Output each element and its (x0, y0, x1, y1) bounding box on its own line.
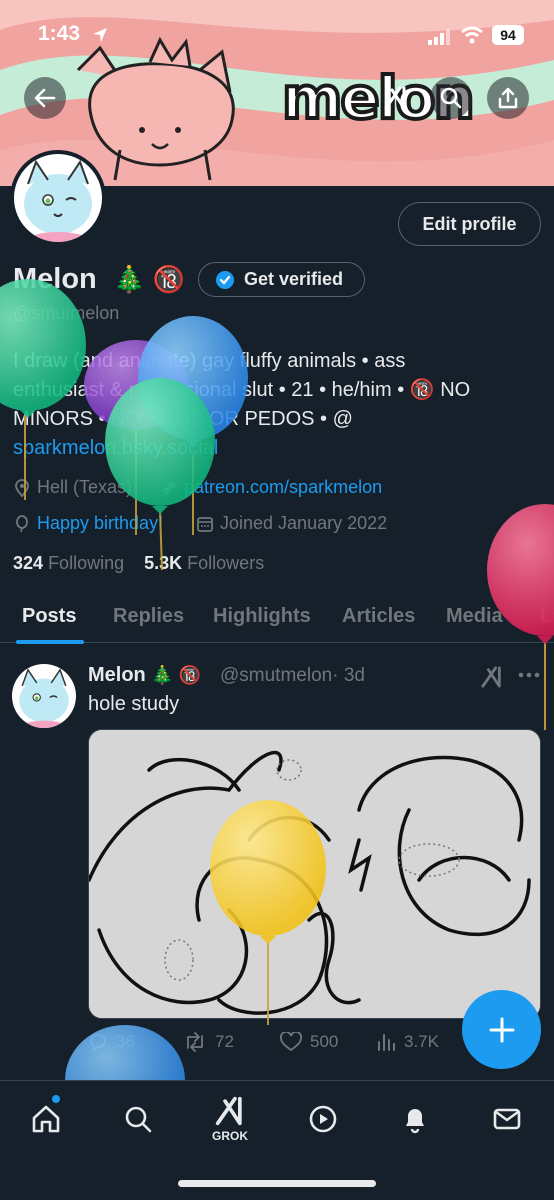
status-time: 1:43 (38, 22, 81, 45)
search-icon (125, 1106, 152, 1133)
nav-search[interactable] (118, 1099, 158, 1139)
followers-count: 5.3K (144, 553, 183, 573)
profile-website[interactable]: patreon.com/sparkmelon (160, 477, 382, 498)
views-count: 3.7K (404, 1032, 439, 1051)
profile-location: Hell (Texas) (13, 477, 132, 498)
search-button[interactable] (430, 77, 472, 119)
post-author-name-text: Melon (88, 664, 146, 686)
profile-joined: Joined January 2022 (196, 513, 387, 534)
mail-icon (493, 1108, 521, 1130)
get-verified-button[interactable]: Get verified (198, 262, 365, 297)
website-link[interactable]: patreon.com/sparkmelon (184, 477, 382, 498)
profile-name: Melon (13, 263, 97, 295)
followers-label: Followers (187, 553, 265, 573)
grok-icon (215, 1096, 242, 1126)
nav-home[interactable] (26, 1099, 66, 1139)
bell-icon (406, 1109, 424, 1134)
nav-notifications[interactable] (395, 1099, 435, 1139)
share-button[interactable] (487, 77, 529, 119)
like-action[interactable]: 500 (280, 1032, 338, 1052)
post-author-emojis: 🎄 🔞 (151, 665, 202, 685)
link-icon (163, 481, 175, 494)
get-verified-label: Get verified (244, 269, 344, 289)
post-image[interactable] (88, 729, 541, 1019)
followers-link[interactable]: 5.3K Followers (144, 553, 264, 573)
tab-articles[interactable]: Articles (342, 605, 415, 628)
verified-badge-icon (216, 270, 234, 289)
calendar-icon (197, 516, 213, 532)
back-button[interactable] (24, 77, 66, 119)
status-bar: 1:43 94 (0, 0, 554, 70)
post-sketch (89, 730, 540, 1018)
post-text: hole study (88, 693, 180, 715)
profile-avatar[interactable] (10, 150, 106, 246)
profile-name-emojis: 🎄 🔞 (113, 264, 185, 294)
post-author-name[interactable]: Melon 🎄 🔞 (88, 664, 201, 687)
grok-icon (384, 86, 406, 110)
repost-action[interactable]: 72 (183, 1032, 234, 1052)
tab-replies[interactable]: Replies (113, 605, 184, 628)
birthday-text[interactable]: Happy birthday! (37, 513, 163, 534)
home-icon (32, 1105, 60, 1133)
compose-button[interactable] (462, 990, 541, 1069)
reply-action[interactable]: 36 (88, 1032, 135, 1052)
post-author-handle: @smutmelon· 3d (220, 665, 365, 687)
grok-label: GROK (212, 1129, 248, 1143)
tab-media[interactable]: Media (446, 605, 503, 628)
tab-highlights[interactable]: Highlights (213, 605, 311, 628)
bio-line-3: MINORS • NO ZOOS OR PEDOS • @ (13, 408, 353, 430)
location-icon (15, 478, 29, 497)
active-tab-indicator (16, 640, 84, 644)
location-text: Hell (Texas) (37, 477, 133, 497)
nav-grok[interactable] (210, 1091, 250, 1131)
profile-tabs: Posts Replies Highlights Articles Media … (0, 595, 554, 644)
edit-profile-button[interactable]: Edit profile (398, 202, 541, 246)
tab-posts[interactable]: Posts (22, 605, 76, 628)
bio-bsky-link[interactable]: sparkmelon.bsky.social (13, 434, 533, 463)
profile-stats: 324 Following 5.3K Followers (13, 553, 264, 574)
following-count: 324 (13, 553, 44, 573)
post-time: · 3d (332, 665, 365, 686)
bio-line-1: I draw (and animate) gay fluffy animals … (13, 350, 406, 372)
post-avatar[interactable] (12, 664, 76, 728)
share-icon (498, 87, 518, 109)
profile-birthday: Happy birthday! (13, 513, 163, 534)
bio-line-2: enthusiast & professional slut • 21 • he… (13, 379, 471, 401)
joined-text: Joined January 2022 (220, 513, 388, 533)
profile-bio: I draw (and animate) gay fluffy animals … (13, 347, 533, 463)
home-notification-dot (52, 1095, 60, 1103)
post-grok-icon[interactable] (480, 666, 504, 688)
profile-handle: @smutmelon (13, 303, 120, 323)
views-icon (378, 1034, 395, 1051)
play-circle-icon (309, 1105, 337, 1133)
reply-icon (90, 1034, 106, 1052)
tab-likes[interactable]: Likes (540, 605, 554, 628)
like-count: 500 (310, 1032, 339, 1051)
reply-count: 36 (116, 1032, 135, 1051)
views-action[interactable]: 3.7K (376, 1032, 439, 1052)
nav-video[interactable] (303, 1099, 343, 1139)
profile-page: melon 1:43 94 Edit profile Melon 🎄 🔞 Get… (0, 0, 554, 1200)
following-link[interactable]: 324 Following (13, 553, 124, 573)
compose-plus-icon (489, 1017, 514, 1042)
signal-icon (428, 29, 450, 45)
like-icon (280, 1032, 302, 1052)
wifi-icon (461, 26, 483, 44)
search-icon (440, 87, 462, 109)
post-handle-text: @smutmelon (220, 665, 333, 686)
following-label: Following (48, 553, 125, 573)
grok-button[interactable] (375, 77, 417, 119)
repost-count: 72 (215, 1032, 234, 1051)
nav-messages[interactable] (487, 1099, 527, 1139)
repost-icon (187, 1032, 203, 1052)
avatar-image (14, 154, 102, 242)
location-arrow-icon (93, 28, 107, 42)
back-arrow-icon (34, 88, 56, 108)
more-icon[interactable] (518, 672, 540, 678)
post-avatar-image (12, 664, 76, 728)
balloon-icon (16, 514, 28, 532)
battery-indicator: 94 (492, 25, 524, 45)
home-indicator (178, 1180, 376, 1187)
